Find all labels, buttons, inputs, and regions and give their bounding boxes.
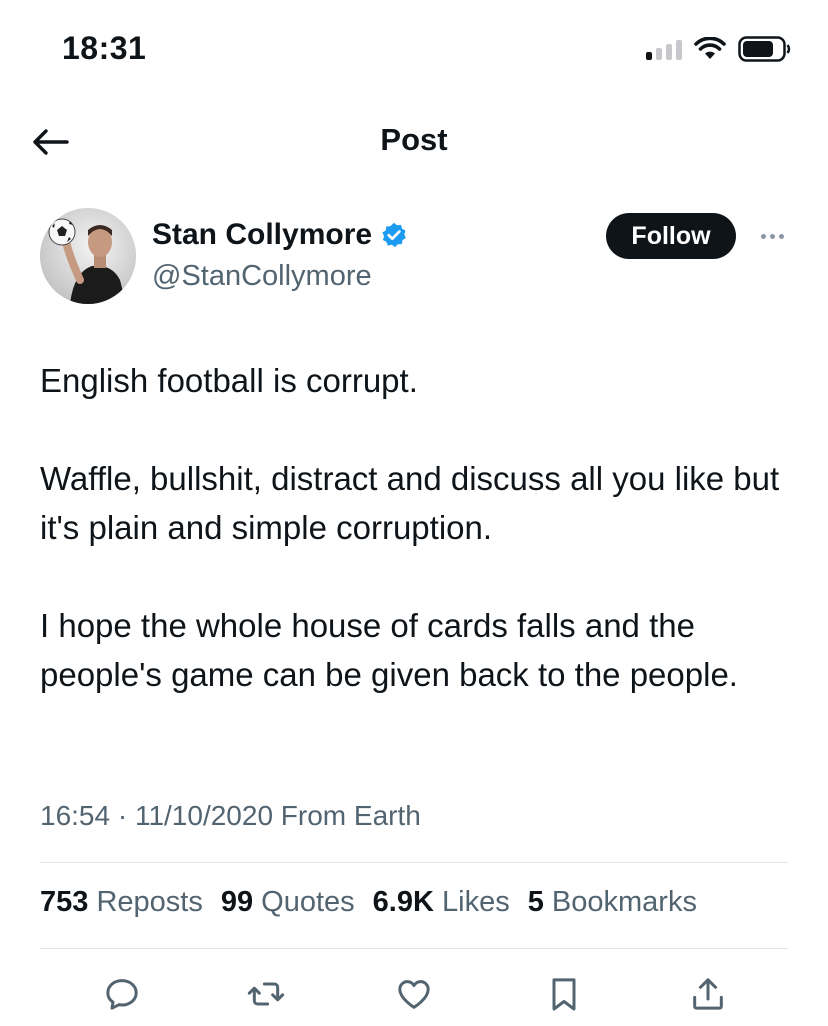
stat-likes[interactable]: 6.9K Likes bbox=[373, 886, 510, 919]
post-text: English football is corrupt. Waffle, bul… bbox=[40, 356, 792, 699]
more-dot-icon bbox=[760, 233, 766, 239]
display-name[interactable]: Stan Collymore bbox=[152, 218, 372, 252]
share-icon bbox=[693, 978, 723, 1010]
divider bbox=[40, 862, 788, 863]
stat-quotes[interactable]: 99 Quotes bbox=[221, 886, 355, 919]
repost-button[interactable] bbox=[244, 972, 288, 1016]
engagement-stats: 753 Reposts 99 Quotes 6.9K Likes 5 Bookm… bbox=[40, 886, 697, 919]
stat-label: Reposts bbox=[96, 886, 203, 918]
bookmark-icon bbox=[552, 978, 576, 1011]
status-bar: 18:31 bbox=[0, 0, 828, 100]
status-icons bbox=[646, 36, 792, 62]
stat-bookmarks[interactable]: 5 Bookmarks bbox=[528, 886, 697, 919]
post-paragraph: English football is corrupt. bbox=[40, 362, 418, 399]
verified-badge-icon bbox=[382, 222, 406, 248]
stat-reposts[interactable]: 753 Reposts bbox=[40, 886, 203, 919]
stat-count: 99 bbox=[220, 886, 254, 918]
follow-button[interactable]: Follow bbox=[606, 213, 736, 259]
nav-bar: Post bbox=[0, 100, 828, 184]
bookmark-button[interactable] bbox=[542, 972, 586, 1016]
reply-button[interactable] bbox=[100, 972, 144, 1016]
page-title: Post bbox=[380, 122, 448, 157]
like-button[interactable] bbox=[392, 972, 436, 1016]
post-timestamp[interactable]: 16:54 · 11/10/2020 From Earth bbox=[40, 800, 421, 832]
share-button[interactable] bbox=[686, 972, 730, 1016]
post-author: Stan Collymore @StanCollymore Follow bbox=[40, 208, 792, 308]
stat-count: 753 bbox=[40, 886, 89, 918]
stat-count: 5 bbox=[527, 886, 544, 918]
battery-icon bbox=[738, 36, 791, 62]
stat-label: Bookmarks bbox=[551, 886, 697, 918]
post-paragraph: Waffle, bullshit, distract and discuss a… bbox=[40, 460, 780, 546]
status-time: 18:31 bbox=[62, 30, 147, 66]
like-icon bbox=[398, 980, 430, 1009]
wifi-icon bbox=[694, 37, 726, 59]
more-dot-icon bbox=[778, 233, 784, 239]
post-paragraph: I hope the whole house of cards falls an… bbox=[40, 607, 738, 693]
stat-label: Quotes bbox=[261, 886, 355, 918]
divider bbox=[40, 948, 788, 949]
repost-icon bbox=[247, 982, 285, 1006]
user-handle[interactable]: @StanCollymore bbox=[152, 260, 372, 293]
reply-icon bbox=[106, 979, 138, 1010]
stat-label: Likes bbox=[442, 886, 510, 918]
action-bar bbox=[40, 968, 788, 1020]
stat-count: 6.9K bbox=[372, 886, 434, 918]
display-name-row: Stan Collymore bbox=[152, 218, 408, 252]
avatar[interactable] bbox=[40, 208, 136, 304]
more-dot-icon bbox=[769, 233, 775, 239]
more-options-button[interactable] bbox=[752, 224, 792, 248]
cellular-signal-icon bbox=[646, 38, 682, 60]
